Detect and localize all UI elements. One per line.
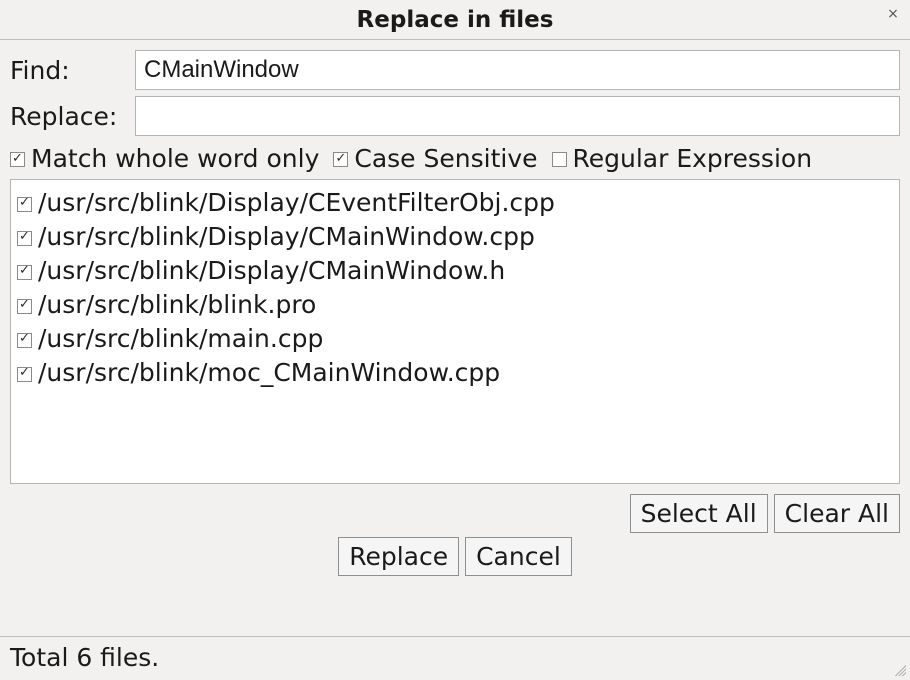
find-label: Find: <box>10 56 135 85</box>
replace-input[interactable] <box>135 96 900 136</box>
file-checkbox[interactable] <box>17 299 32 314</box>
file-item[interactable]: /usr/src/blink/moc_CMainWindow.cpp <box>17 356 893 390</box>
resize-grip-icon[interactable] <box>892 662 906 676</box>
replace-button[interactable]: Replace <box>338 537 459 576</box>
file-item[interactable]: /usr/src/blink/Display/CMainWindow.cpp <box>17 220 893 254</box>
regex-checkbox[interactable] <box>552 152 567 167</box>
file-checkbox[interactable] <box>17 231 32 246</box>
find-row: Find: <box>10 50 900 90</box>
file-path: /usr/src/blink/Display/CMainWindow.h <box>38 256 505 286</box>
cancel-button[interactable]: Cancel <box>465 537 572 576</box>
whole-word-label: Match whole word only <box>31 144 319 173</box>
file-checkbox[interactable] <box>17 333 32 348</box>
dialog-content: Find: Replace: Match whole word only Cas… <box>0 40 910 576</box>
titlebar: Replace in files × <box>0 0 910 40</box>
file-item[interactable]: /usr/src/blink/Display/CEventFilterObj.c… <box>17 186 893 220</box>
status-bar: Total 6 files. <box>0 636 910 680</box>
file-checkbox[interactable] <box>17 367 32 382</box>
replace-row: Replace: <box>10 96 900 136</box>
file-checkbox[interactable] <box>17 197 32 212</box>
status-text: Total 6 files. <box>10 643 159 672</box>
find-input[interactable] <box>135 50 900 90</box>
replace-label: Replace: <box>10 102 135 131</box>
whole-word-checkbox[interactable] <box>10 152 25 167</box>
file-path: /usr/src/blink/moc_CMainWindow.cpp <box>38 358 500 388</box>
selection-button-row: Select All Clear All <box>10 494 900 533</box>
file-list[interactable]: /usr/src/blink/Display/CEventFilterObj.c… <box>10 179 900 484</box>
regex-label: Regular Expression <box>573 144 813 173</box>
file-checkbox[interactable] <box>17 265 32 280</box>
case-sensitive-label: Case Sensitive <box>354 144 537 173</box>
file-item[interactable]: /usr/src/blink/Display/CMainWindow.h <box>17 254 893 288</box>
window-title: Replace in files <box>357 7 554 33</box>
action-button-row: Replace Cancel <box>10 537 900 576</box>
file-item[interactable]: /usr/src/blink/main.cpp <box>17 322 893 356</box>
file-path: /usr/src/blink/Display/CEventFilterObj.c… <box>38 188 555 218</box>
file-item[interactable]: /usr/src/blink/blink.pro <box>17 288 893 322</box>
options-row: Match whole word only Case Sensitive Reg… <box>10 144 900 173</box>
file-path: /usr/src/blink/main.cpp <box>38 324 323 354</box>
clear-all-button[interactable]: Clear All <box>774 494 900 533</box>
file-path: /usr/src/blink/Display/CMainWindow.cpp <box>38 222 535 252</box>
file-path: /usr/src/blink/blink.pro <box>38 290 316 320</box>
select-all-button[interactable]: Select All <box>630 494 768 533</box>
case-sensitive-checkbox[interactable] <box>333 152 348 167</box>
close-icon[interactable]: × <box>884 6 902 24</box>
